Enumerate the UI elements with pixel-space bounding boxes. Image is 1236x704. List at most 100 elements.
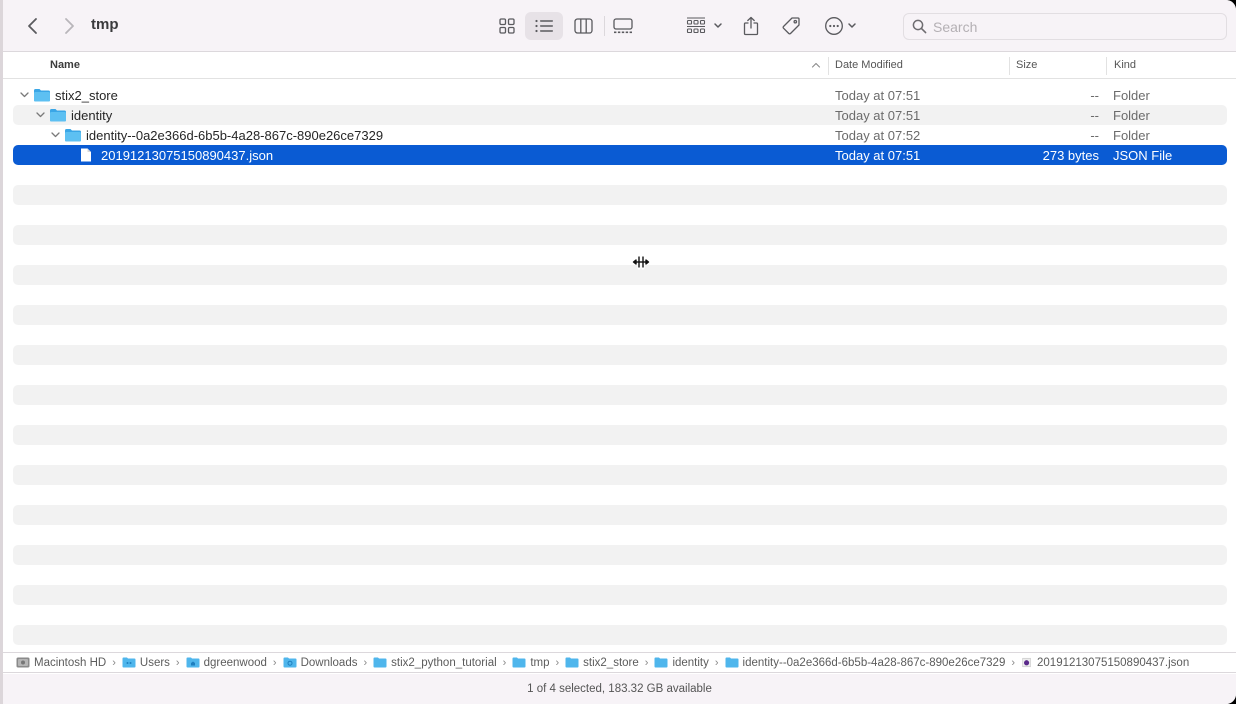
item-kind: Folder [1113, 107, 1150, 123]
list-icon [535, 19, 553, 33]
folder-icon [565, 657, 579, 668]
item-name: stix2_store [55, 87, 118, 103]
path-item[interactable]: Users › [122, 657, 186, 669]
chevron-down-icon [847, 23, 856, 28]
column-divider[interactable] [1106, 57, 1107, 75]
path-item[interactable]: dgreenwood › [186, 657, 283, 669]
path-item[interactable]: 20191213075150890437.json [1021, 657, 1189, 669]
empty-row-stripe [13, 345, 1227, 365]
folder-icon [654, 657, 668, 668]
back-button[interactable] [21, 12, 45, 40]
search-field[interactable] [903, 13, 1227, 40]
column-divider[interactable] [1009, 57, 1010, 75]
list-item[interactable]: stix2_store Today at 07:51 -- Folder [13, 85, 1227, 105]
list-item[interactable]: identity--0a2e366d-6b5b-4a28-867c-890e26… [13, 125, 1227, 145]
sort-ascending-icon[interactable] [811, 53, 823, 79]
folder-icon [65, 129, 81, 142]
group-by-button[interactable] [683, 12, 725, 40]
hard-drive-icon [16, 657, 30, 668]
toolbar-divider [604, 16, 605, 36]
view-gallery-button[interactable] [609, 12, 637, 40]
file-list: stix2_store Today at 07:51 -- Folder ide… [13, 85, 1227, 645]
empty-row-stripe [13, 465, 1227, 485]
share-button[interactable] [739, 12, 763, 40]
folder-icon [50, 109, 66, 122]
tag-button[interactable] [779, 12, 803, 40]
list-item[interactable]: identity Today at 07:51 -- Folder [13, 105, 1227, 125]
column-size-header[interactable]: Size [1016, 53, 1037, 79]
item-kind: JSON File [1113, 147, 1173, 163]
empty-row-stripe [13, 425, 1227, 445]
item-kind: Folder [1113, 87, 1150, 103]
path-item[interactable]: stix2_store › [565, 657, 654, 669]
item-size: -- [1090, 107, 1099, 123]
forward-button[interactable] [57, 12, 81, 40]
chevron-down-icon[interactable] [49, 129, 61, 141]
icon-grid-icon [499, 18, 515, 34]
more-actions-button[interactable] [819, 12, 861, 40]
view-list-button[interactable] [525, 12, 563, 40]
empty-row-stripe [13, 505, 1227, 525]
path-item[interactable]: identity--0a2e366d-6b5b-4a28-867c-890e26… [725, 657, 1021, 669]
item-size: 273 bytes [1042, 147, 1099, 163]
column-divider[interactable] [828, 57, 829, 75]
folder-icon [373, 657, 387, 668]
empty-row-stripe [13, 385, 1227, 405]
chevron-down-icon[interactable] [18, 89, 30, 101]
view-columns-button[interactable] [569, 12, 597, 40]
status-bar: 1 of 4 selected, 183.32 GB available [3, 674, 1236, 704]
document-icon [81, 148, 91, 162]
search-icon [912, 19, 927, 34]
empty-row-stripe [13, 585, 1227, 605]
folder-icon [725, 657, 739, 668]
empty-row-stripe [13, 185, 1227, 205]
chevron-down-icon [713, 23, 722, 28]
share-icon [743, 16, 759, 36]
item-date: Today at 07:52 [835, 127, 921, 143]
list-item-selected[interactable]: 20191213075150890437.json Today at 07:51… [13, 145, 1227, 165]
ellipsis-circle-icon [824, 17, 843, 35]
item-name: identity--0a2e366d-6b5b-4a28-867c-890e26… [86, 127, 384, 143]
path-item[interactable]: stix2_python_tutorial › [373, 657, 512, 669]
path-bar: Macintosh HD › Users › dgreenwood › Downloa… [3, 652, 1236, 673]
resize-cursor-icon [632, 254, 650, 270]
home-folder-icon [186, 657, 200, 668]
empty-row-stripe [13, 265, 1227, 285]
group-grid-icon [686, 17, 705, 34]
tag-icon [782, 17, 800, 35]
column-kind-header[interactable]: Kind [1114, 53, 1136, 79]
chevron-left-icon [28, 18, 37, 34]
item-date: Today at 07:51 [835, 147, 921, 163]
finder-window: tmp Search Name Date Modified Size Kind … [0, 0, 1236, 704]
item-date: Today at 07:51 [835, 87, 921, 103]
path-item[interactable]: Downloads › [283, 657, 374, 669]
empty-row-stripe [13, 305, 1227, 325]
path-item[interactable]: tmp › [512, 657, 565, 669]
empty-row-stripe [13, 545, 1227, 565]
path-item[interactable]: identity › [654, 657, 724, 669]
column-name-header[interactable]: Name [50, 53, 80, 79]
empty-row-stripe [13, 625, 1227, 645]
column-date-header[interactable]: Date Modified [835, 53, 903, 79]
folder-icon [512, 657, 526, 668]
column-header: Name Date Modified Size Kind [3, 53, 1236, 79]
item-size: -- [1090, 87, 1099, 103]
chevron-down-icon[interactable] [34, 109, 46, 121]
users-folder-icon [122, 657, 136, 668]
json-file-icon [1022, 657, 1031, 668]
folder-icon [34, 89, 50, 102]
chevron-right-icon [65, 18, 74, 34]
path-item[interactable]: Macintosh HD › [16, 657, 122, 669]
search-input[interactable] [933, 18, 1213, 35]
gallery-icon [613, 18, 633, 34]
empty-row-stripe [13, 225, 1227, 245]
item-name: 20191213075150890437.json [101, 147, 274, 163]
view-icons-button[interactable] [493, 12, 521, 40]
item-date: Today at 07:51 [835, 107, 921, 123]
item-size: -- [1090, 127, 1099, 143]
item-kind: Folder [1113, 127, 1150, 143]
item-name: identity [71, 107, 113, 123]
downloads-folder-icon [283, 657, 297, 668]
columns-icon [573, 18, 593, 34]
window-title: tmp [91, 16, 119, 33]
